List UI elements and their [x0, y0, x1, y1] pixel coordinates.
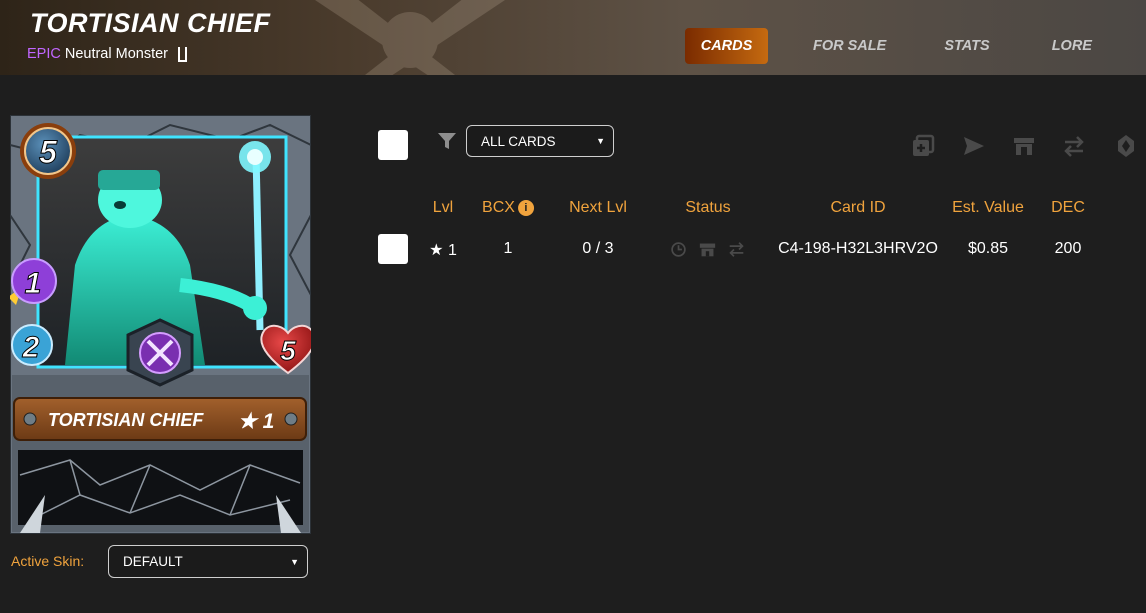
attack-value: 1	[25, 267, 42, 300]
card-type-label: Neutral Monster	[64, 46, 168, 62]
card-header: TORTISIAN CHIEF EPIC Neutral Monster CAR…	[0, 0, 1146, 75]
filter-icon[interactable]	[437, 131, 457, 151]
active-skin-label: Active Skin:	[11, 553, 85, 569]
card-filter-select[interactable]: ALL CARDS ▼	[466, 125, 614, 157]
row-est-value: $0.85	[967, 240, 1009, 257]
card-subtitle: EPIC Neutral Monster	[27, 46, 187, 62]
column-header-dec: DEC	[1051, 199, 1085, 216]
speed-value: 2	[22, 331, 40, 364]
health-value: 5	[280, 335, 296, 366]
select-all-checkbox[interactable]	[378, 130, 408, 160]
card-title: TORTISIAN CHIEF	[30, 8, 271, 38]
info-icon[interactable]: i	[517, 200, 534, 216]
chevron-down-icon: ▼	[596, 136, 605, 146]
row-bcx: 1	[503, 240, 513, 257]
row-card-id[interactable]: C4-198-H32L3HRV2O	[778, 240, 938, 258]
transfer-icon	[729, 242, 744, 257]
edition-icon	[178, 46, 187, 62]
row-dec: 200	[1054, 240, 1082, 257]
speed-icon: 2	[11, 324, 53, 366]
column-header-next-lvl: Next Lvl	[569, 199, 627, 216]
column-header-status: Status	[685, 199, 731, 216]
column-header-bcx: BCX i	[482, 199, 534, 217]
row-next-lvl: 0 / 3	[582, 240, 614, 257]
column-header-lvl: Lvl	[432, 199, 454, 216]
card-filter-value: ALL CARDS	[481, 134, 556, 149]
rarity-label: EPIC	[27, 46, 61, 62]
tab-for-sale[interactable]: FOR SALE	[813, 28, 886, 64]
column-header-card-id: Card ID	[830, 199, 886, 216]
tab-stats[interactable]: STATS	[944, 28, 989, 64]
mana-value: 5	[39, 134, 58, 170]
chevron-down-icon: ▼	[290, 556, 299, 567]
magic-attack-icon: 1	[10, 258, 57, 305]
market-icon[interactable]	[1012, 134, 1036, 158]
burn-icon[interactable]	[1114, 134, 1138, 158]
clock-icon	[671, 242, 686, 257]
combine-icon[interactable]	[911, 134, 935, 158]
mana-icon: 5	[20, 123, 76, 179]
column-header-bcx-label: BCX	[482, 199, 515, 216]
transfer-icon[interactable]	[1062, 134, 1086, 158]
row-checkbox[interactable]	[378, 234, 408, 264]
card-name-text: TORTISIAN CHIEF	[48, 410, 204, 430]
row-status	[670, 241, 745, 258]
active-skin-value: DEFAULT	[123, 554, 183, 569]
row-lvl: ★ 1	[429, 242, 457, 259]
crossed-axes-watermark	[315, 0, 505, 75]
market-icon	[699, 243, 716, 257]
card-level-text: ★ 1	[238, 410, 274, 433]
tab-cards[interactable]: CARDS	[685, 28, 768, 64]
card-image: TORTISIAN CHIEF ★ 1 5 1 2 5	[10, 115, 311, 534]
column-header-est-value: Est. Value	[952, 199, 1024, 216]
active-skin-select[interactable]: DEFAULT ▼	[108, 545, 308, 578]
send-icon[interactable]	[962, 134, 986, 158]
tab-bar: CARDS FOR SALE STATS LORE	[685, 28, 1092, 64]
tab-lore[interactable]: LORE	[1052, 28, 1092, 64]
crossed-swords-icon	[126, 318, 194, 387]
